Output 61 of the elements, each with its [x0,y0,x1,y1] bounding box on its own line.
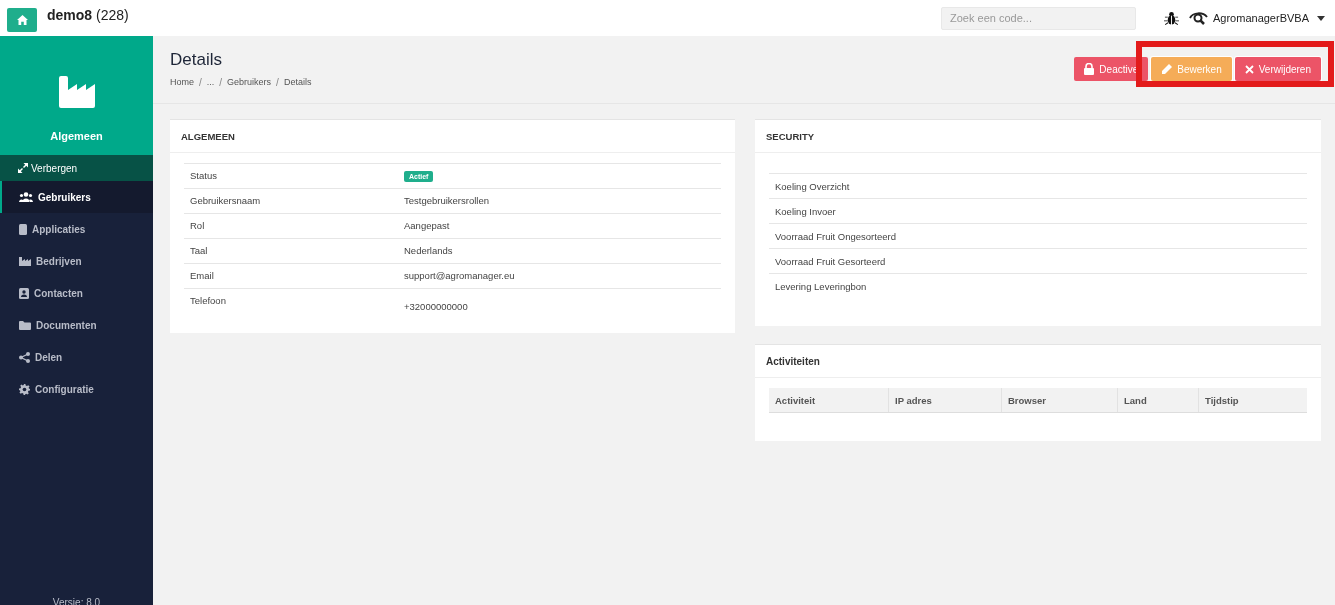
settings-icon [19,383,30,395]
field-value: support@agromanager.eu [404,269,515,283]
field-value: Nederlands [404,244,453,258]
column-header: Tijdstip [1204,393,1240,408]
search-field[interactable]: Zoek een code... [941,6,1136,30]
field-label: Rol [190,219,206,233]
page-title: Details [170,50,223,70]
share-icon [19,351,30,363]
field-value: +32000000000 [404,300,468,314]
breadcrumb-current: Details [283,77,312,88]
lock-icon [1084,63,1095,75]
column-header: Browser [1002,388,1118,412]
home-button[interactable] [7,7,37,32]
users-icon [19,192,33,202]
user-eye-icon [1189,11,1209,25]
field-label: Email [190,269,215,283]
nav-item[interactable]: Gebruikers [0,181,153,213]
contact-card-icon [19,287,29,299]
breadcrumb-link[interactable]: ... [206,77,215,88]
field-label: Status [190,169,218,183]
permission-item: Koeling Invoer [775,205,836,217]
field-value: Aangepast [404,219,450,233]
nav-item[interactable]: Bedrijven [0,245,153,277]
breadcrumb-link[interactable]: Gebruikers [227,77,272,88]
card-title: SECURITY [755,120,1321,153]
user-menu[interactable]: AgromanagerBVBA [1209,12,1325,24]
pencil-icon [1161,63,1173,75]
close-icon [1244,64,1254,74]
field-value: Testgebruikersrollen [404,194,489,208]
home-icon [16,14,28,25]
breadcrumb-link[interactable]: Home [170,77,194,88]
column-header: IP adres [889,388,1002,412]
nav-item[interactable]: Delen [0,341,153,373]
collapse-toggle[interactable]: Verbergen [0,155,153,181]
permission-item: Voorraad Fruit Gesorteerd [775,255,886,267]
nav-item[interactable]: Contacten [0,277,153,309]
field-label: Taal [190,244,209,258]
card-title: Activiteiten [755,345,1321,378]
card-title: ALGEMEEN [170,120,735,153]
permission-item: Levering Leveringbon [775,280,867,292]
breadcrumb-separator: / [219,77,223,88]
collapse-arrows-icon [18,163,28,173]
section-title: Algemeen [50,130,103,142]
bug-icon[interactable] [1164,10,1179,26]
nav-item[interactable]: Configuratie [0,373,153,405]
permission-item: Koeling Overzicht [775,180,850,192]
folder-icon [19,320,31,330]
caret-icon [1317,15,1325,21]
field-label: Gebruikersnaam [190,194,262,208]
breadcrumb-separator: / [276,77,279,88]
factory-icon [19,256,31,266]
nav-item[interactable]: Documenten [0,309,153,341]
nav-item[interactable]: Applicaties [0,213,153,245]
phone-icon [19,223,27,235]
app-title: demo8 (228) [47,7,129,23]
field-label: Telefoon [190,294,227,308]
breadcrumb-separator: / [199,77,202,88]
permission-item: Voorraad Fruit Ongesorteerd [775,230,896,242]
factory-icon [58,76,95,108]
column-header: Land [1118,388,1199,412]
column-header: Activiteit [769,388,889,412]
